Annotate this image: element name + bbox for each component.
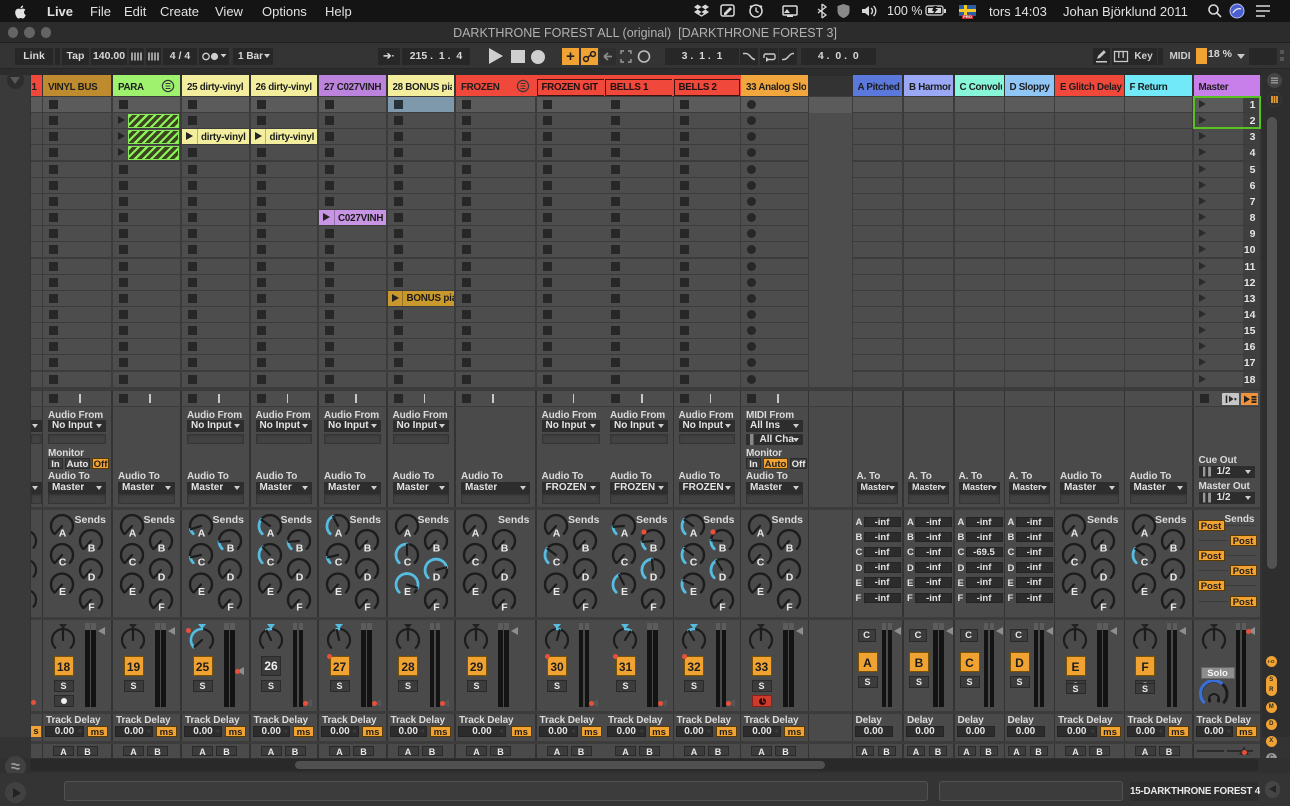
svg-text:E: E <box>552 586 559 598</box>
svg-text:C: C <box>59 556 67 568</box>
svg-text:C: C <box>689 556 697 568</box>
svg-text:E: E <box>266 586 273 598</box>
svg-text:F: F <box>158 601 165 613</box>
svg-text:F: F <box>1170 601 1177 613</box>
svg-text:C: C <box>1140 556 1148 568</box>
svg-text:F: F <box>227 601 234 613</box>
svg-text:E: E <box>59 586 66 598</box>
svg-text:A: A <box>621 527 629 539</box>
svg-text:F: F <box>364 601 371 613</box>
svg-text:C: C <box>1071 556 1079 568</box>
svg-text:E: E <box>757 586 764 598</box>
svg-text:F: F <box>296 601 303 613</box>
svg-text:B: B <box>1100 542 1108 554</box>
svg-text:F: F <box>582 601 589 613</box>
svg-text:B: B <box>581 542 589 554</box>
svg-text:B: B <box>786 542 794 554</box>
svg-text:D: D <box>227 571 235 583</box>
svg-text:D: D <box>158 571 166 583</box>
svg-text:D: D <box>718 571 726 583</box>
svg-text:B: B <box>295 542 303 554</box>
svg-text:C: C <box>335 556 343 568</box>
svg-text:E: E <box>472 586 479 598</box>
svg-text:A: A <box>1140 527 1148 539</box>
svg-text:B: B <box>158 542 166 554</box>
svg-text:D: D <box>1169 571 1177 583</box>
svg-text:C: C <box>129 556 137 568</box>
svg-text:D: D <box>501 571 509 583</box>
svg-text:B: B <box>88 542 96 554</box>
svg-text:D: D <box>650 571 658 583</box>
svg-text:C: C <box>552 556 560 568</box>
svg-text:E: E <box>129 586 136 598</box>
svg-text:A: A <box>266 527 274 539</box>
svg-text:F: F <box>650 601 657 613</box>
svg-text:A: A <box>552 527 560 539</box>
svg-text:C: C <box>472 556 480 568</box>
svg-text:C: C <box>403 556 411 568</box>
svg-text:D: D <box>295 571 303 583</box>
svg-text:B: B <box>227 542 235 554</box>
svg-text:A: A <box>757 527 765 539</box>
svg-text:F: F <box>1100 601 1107 613</box>
svg-text:C: C <box>266 556 274 568</box>
svg-text:B: B <box>364 542 372 554</box>
svg-text:E: E <box>1071 586 1078 598</box>
svg-text:E: E <box>198 586 205 598</box>
svg-text:F: F <box>501 601 508 613</box>
svg-text:B: B <box>432 542 440 554</box>
svg-text:C: C <box>757 556 765 568</box>
svg-text:E: E <box>403 586 410 598</box>
svg-text:A: A <box>689 527 697 539</box>
svg-text:B: B <box>650 542 658 554</box>
svg-text:F: F <box>719 601 726 613</box>
svg-text:D: D <box>786 571 794 583</box>
svg-text:B: B <box>1169 542 1177 554</box>
svg-text:D: D <box>364 571 372 583</box>
svg-text:E: E <box>621 586 628 598</box>
svg-text:E: E <box>689 586 696 598</box>
svg-text:F: F <box>786 601 793 613</box>
svg-text:E: E <box>1140 586 1147 598</box>
svg-text:A: A <box>198 527 206 539</box>
svg-text:D: D <box>1100 571 1108 583</box>
svg-text:D: D <box>581 571 589 583</box>
svg-text:F: F <box>88 601 95 613</box>
svg-text:A: A <box>403 527 411 539</box>
svg-text:C: C <box>621 556 629 568</box>
svg-text:A: A <box>1071 527 1079 539</box>
svg-text:B: B <box>718 542 726 554</box>
svg-text:D: D <box>88 571 96 583</box>
svg-text:A: A <box>472 527 480 539</box>
svg-text:B: B <box>501 542 509 554</box>
svg-text:A: A <box>129 527 137 539</box>
svg-text:C: C <box>198 556 206 568</box>
svg-text:D: D <box>432 571 440 583</box>
svg-text:A: A <box>59 527 67 539</box>
svg-text:F: F <box>433 601 440 613</box>
svg-text:E: E <box>335 586 342 598</box>
svg-text:A: A <box>335 527 343 539</box>
